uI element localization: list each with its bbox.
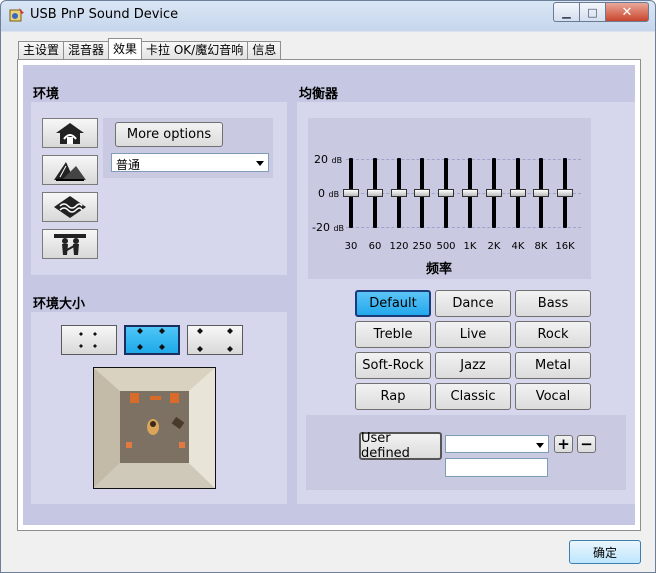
maximize-button[interactable]: □ — [579, 2, 605, 22]
tab-effects[interactable]: 效果 — [108, 38, 143, 59]
eq-preset-button[interactable]: Jazz — [435, 352, 511, 379]
app-window: USB PnP Sound Device ▁ □ ✕ 主设置 混音器 效果 卡拉… — [0, 0, 656, 573]
eq-preset-button[interactable]: Soft-Rock — [355, 352, 431, 379]
water-icon — [54, 196, 86, 218]
environment-preset-select[interactable]: 普通 — [111, 153, 269, 172]
room-preview — [93, 367, 216, 489]
close-icon: ✕ — [621, 4, 633, 20]
eq-band-label: 250 — [412, 241, 432, 252]
minus-icon: − — [580, 435, 593, 453]
minimize-icon: ▁ — [562, 5, 571, 19]
eq-band-label: 16K — [555, 241, 575, 252]
remove-preset-button[interactable]: − — [577, 435, 596, 453]
eq-slider-knob[interactable] — [343, 189, 359, 197]
chevron-down-icon — [256, 161, 264, 166]
small-room-icon — [79, 332, 97, 348]
gridline-minus20 — [346, 227, 581, 228]
user-defined-select[interactable] — [445, 435, 549, 453]
ok-button[interactable]: 确定 — [569, 540, 641, 564]
minimize-button[interactable]: ▁ — [553, 2, 579, 22]
eq-slider-knob[interactable] — [510, 189, 526, 197]
eq-preset-button[interactable]: Rock — [515, 321, 591, 348]
size-medium-button[interactable] — [124, 325, 180, 355]
title-bar: USB PnP Sound Device ▁ □ ✕ — [1, 1, 655, 31]
tab-strip: 主设置 混音器 效果 卡拉 OK/魔幻音响 信息 — [18, 38, 282, 59]
eq-preset-button[interactable]: Classic — [435, 383, 511, 410]
gridline-20 — [346, 159, 581, 160]
db-label-top: 20 dB — [314, 153, 343, 166]
medium-room-icon — [137, 328, 165, 350]
env-house-button[interactable] — [42, 118, 98, 148]
eq-preset-button[interactable]: Default — [355, 290, 431, 317]
tab-main-settings[interactable]: 主设置 — [18, 41, 65, 59]
eq-slider-knob[interactable] — [367, 189, 383, 197]
eq-slider-knob[interactable] — [438, 189, 454, 197]
environment-size-title: 环境大小 — [33, 297, 86, 312]
size-large-button[interactable] — [187, 325, 243, 355]
opera-house-icon — [54, 162, 86, 181]
environment-size-panel — [31, 312, 287, 504]
window-title: USB PnP Sound Device — [30, 7, 179, 22]
eq-preset-button[interactable]: Treble — [355, 321, 431, 348]
eq-preset-button[interactable]: Metal — [515, 352, 591, 379]
eq-band-label: 1K — [463, 241, 477, 252]
eq-band-label: 8K — [534, 241, 548, 252]
tab-mixer[interactable]: 混音器 — [63, 41, 110, 59]
house-icon — [56, 123, 84, 144]
add-preset-button[interactable]: + — [554, 435, 573, 453]
plus-icon: + — [557, 435, 570, 453]
maximize-icon: □ — [587, 5, 598, 19]
environment-preset-value: 普通 — [116, 158, 141, 172]
env-opera-button[interactable] — [42, 155, 98, 185]
app-icon — [9, 8, 24, 22]
large-room-icon — [197, 328, 233, 352]
user-defined-button[interactable]: User defined — [359, 431, 442, 461]
eq-slider-knob[interactable] — [462, 189, 478, 197]
env-people-button[interactable] — [42, 229, 98, 259]
eq-preset-button[interactable]: Rap — [355, 383, 431, 410]
eq-preset-button[interactable]: Bass — [515, 290, 591, 317]
frequency-axis-label: 频率 — [426, 262, 453, 277]
db-label-mid: 0 dB — [318, 187, 340, 200]
tab-info[interactable]: 信息 — [247, 41, 282, 59]
eq-preset-button[interactable]: Live — [435, 321, 511, 348]
eq-preset-button[interactable]: Vocal — [515, 383, 591, 410]
eq-band-label: 60 — [368, 241, 382, 252]
eq-slider-knob[interactable] — [486, 189, 502, 197]
close-button[interactable]: ✕ — [605, 2, 649, 22]
eq-band-label: 2K — [487, 241, 501, 252]
people-icon — [54, 234, 86, 255]
effects-content: 环境 More options 普通 环境大小 均衡器 20 dB 0 dB -… — [23, 65, 635, 525]
eq-band-label: 500 — [436, 241, 456, 252]
size-small-button[interactable] — [61, 325, 117, 355]
tab-karaoke[interactable]: 卡拉 OK/魔幻音响 — [141, 41, 249, 59]
eq-preset-button[interactable]: Dance — [435, 290, 511, 317]
environment-title: 环境 — [33, 87, 60, 102]
eq-slider-knob[interactable] — [414, 189, 430, 197]
eq-slider-knob[interactable] — [533, 189, 549, 197]
chevron-down-icon — [536, 443, 544, 448]
equalizer-graph-panel: 20 dB 0 dB -20 dB 30 60 120 250 500 1K 2K 4K 8K 1… — [308, 118, 591, 279]
more-options-button[interactable]: More options — [115, 122, 223, 147]
equalizer-title: 均衡器 — [299, 87, 339, 102]
preset-name-input[interactable] — [445, 458, 548, 477]
environment-panel: More options 普通 — [31, 102, 287, 275]
env-water-button[interactable] — [42, 192, 98, 222]
db-label-bottom: -20 dB — [312, 221, 345, 234]
dialog-client: 主设置 混音器 效果 卡拉 OK/魔幻音响 信息 环境 More options… — [8, 32, 648, 565]
eq-slider-knob[interactable] — [391, 189, 407, 197]
effects-tab-panel: 环境 More options 普通 环境大小 均衡器 20 dB 0 dB -… — [17, 59, 641, 531]
eq-slider-knob[interactable] — [557, 189, 573, 197]
eq-band-label: 30 — [344, 241, 358, 252]
